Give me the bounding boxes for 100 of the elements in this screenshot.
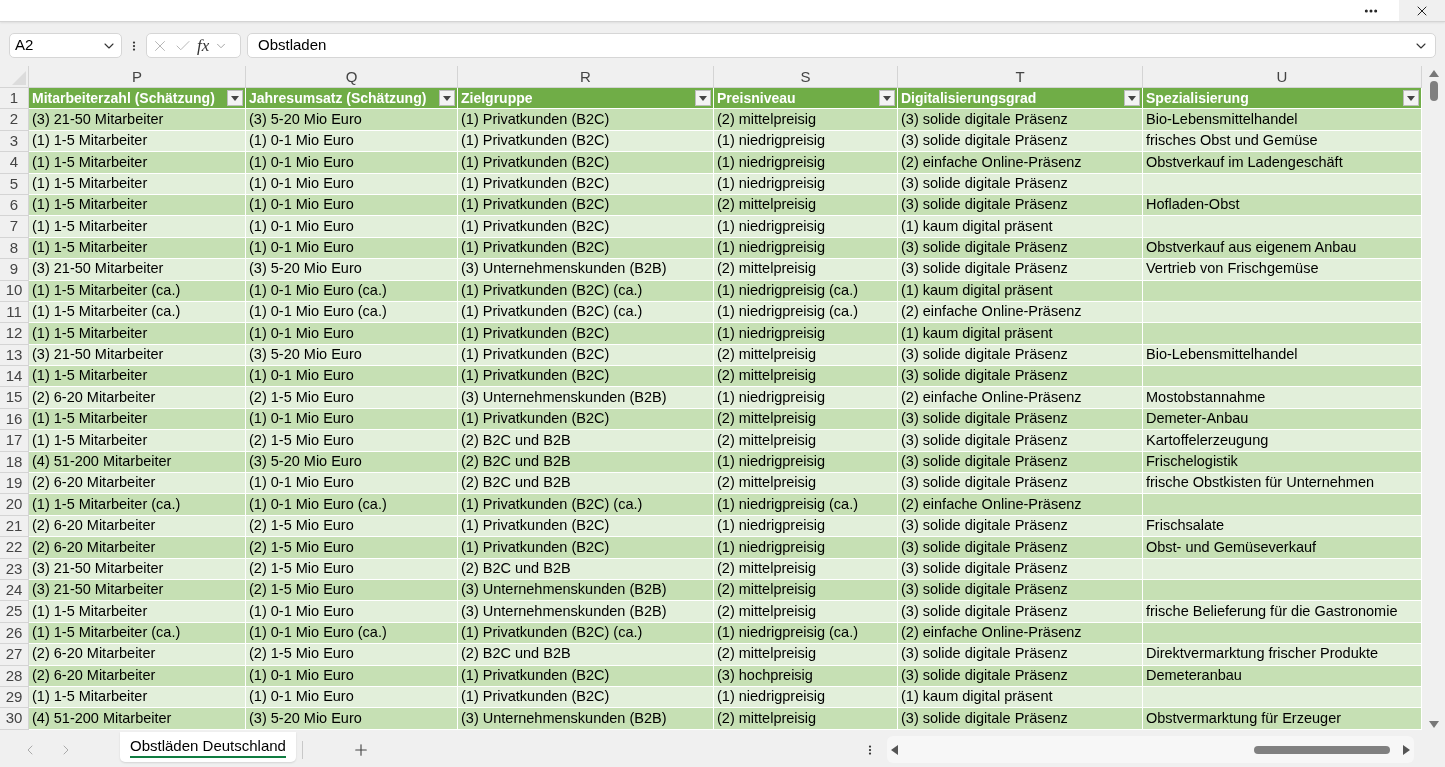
horizontal-scrollbar-thumb[interactable] <box>1253 745 1390 754</box>
filter-dropdown-icon[interactable] <box>695 90 711 107</box>
row-header[interactable]: 25 <box>0 601 29 623</box>
column-header[interactable]: Q <box>246 66 458 88</box>
row-header[interactable]: 29 <box>0 686 29 709</box>
vertical-scrollbar-thumb[interactable] <box>1429 81 1438 101</box>
row-header[interactable]: 6 <box>0 194 29 217</box>
table-cell: (1) Privatkunden (B2C) <box>458 216 714 238</box>
table-cell: (1) 0-1 Mio Euro (ca.) <box>246 280 458 302</box>
horizontal-scrollbar[interactable] <box>886 736 1414 763</box>
table-cell: (2) 1-5 Mio Euro <box>246 387 458 409</box>
table-cell: (1) 0-1 Mio Euro (ca.) <box>246 301 458 324</box>
row-header[interactable]: 20 <box>0 494 29 516</box>
table-cell: (1) niedrigpreisig <box>714 323 898 345</box>
table-cell: (1) 1-5 Mitarbeiter (ca.) <box>29 494 246 516</box>
row-header[interactable]: 17 <box>0 430 29 452</box>
table-cell: (1) niedrigpreisig <box>714 515 898 538</box>
row-header[interactable]: 21 <box>0 515 29 538</box>
table-cell: (3) 21-50 Mitarbeiter <box>29 580 246 602</box>
table-cell: (3) 5-20 Mio Euro <box>246 451 458 474</box>
row-header[interactable]: 24 <box>0 580 29 602</box>
table-cell: (1) 1-5 Mitarbeiter <box>29 173 246 195</box>
row-header[interactable]: 26 <box>0 622 29 645</box>
table-cell: (1) Privatkunden (B2C) <box>458 515 714 538</box>
table-cell: (2) mittelpreisig <box>714 580 898 602</box>
row-header[interactable]: 3 <box>0 130 29 153</box>
scroll-right-icon[interactable] <box>1402 744 1410 755</box>
row-header[interactable]: 18 <box>0 451 29 474</box>
filter-dropdown-icon[interactable] <box>227 90 243 107</box>
table-cell: (2) mittelpreisig <box>714 259 898 281</box>
filter-dropdown-icon[interactable] <box>439 90 455 107</box>
cell-reference: A2 <box>15 35 34 56</box>
table-cell: (2) B2C und B2B <box>458 558 714 580</box>
column-header[interactable]: P <box>29 66 246 88</box>
column-header[interactable]: S <box>714 66 898 88</box>
table-cell: (1) Privatkunden (B2C) <box>458 408 714 431</box>
table-cell: (2) 1-5 Mio Euro <box>246 644 458 666</box>
insert-function-button[interactable]: fx <box>197 32 210 59</box>
table-cell: (3) 5-20 Mio Euro <box>246 708 458 730</box>
table-cell: (3) 5-20 Mio Euro <box>246 344 458 367</box>
scroll-up-icon[interactable] <box>1428 70 1439 77</box>
table-cell: (1) 0-1 Mio Euro <box>246 473 458 495</box>
table-cell: (1) 0-1 Mio Euro <box>246 601 458 623</box>
table-cell: (1) kaum digital präsent <box>898 216 1143 238</box>
row-header[interactable]: 22 <box>0 537 29 559</box>
filter-dropdown-icon[interactable] <box>879 90 895 107</box>
row-header[interactable]: 27 <box>0 644 29 666</box>
row-header[interactable]: 15 <box>0 387 29 409</box>
table-cell: (2) B2C und B2B <box>458 430 714 452</box>
table-cell: (3) solide digitale Präsenz <box>898 473 1143 495</box>
row-header[interactable]: 16 <box>0 408 29 431</box>
table-cell: (1) 1-5 Mitarbeiter <box>29 686 246 709</box>
header-text: Digitalisierungsgrad <box>901 88 1037 108</box>
row-header[interactable]: 8 <box>0 237 29 260</box>
row-header[interactable]: 19 <box>0 473 29 495</box>
table-cell: (2) B2C und B2B <box>458 644 714 666</box>
sheet-tab[interactable]: Obstläden Deutschland <box>120 732 296 762</box>
table-cell: (2) 6-20 Mitarbeiter <box>29 644 246 666</box>
filter-dropdown-icon[interactable] <box>1403 90 1419 107</box>
table-cell: (3) Unternehmenskunden (B2B) <box>458 601 714 623</box>
row-header[interactable]: 4 <box>0 152 29 174</box>
column-header[interactable]: T <box>898 66 1143 88</box>
table-cell: (3) solide digitale Präsenz <box>898 580 1143 602</box>
row-header[interactable]: 7 <box>0 216 29 238</box>
row-header[interactable]: 11 <box>0 301 29 324</box>
row-header[interactable]: 13 <box>0 344 29 367</box>
row-header[interactable]: 14 <box>0 366 29 388</box>
row-header[interactable]: 12 <box>0 323 29 345</box>
table-cell: (2) einfache Online-Präsenz <box>898 494 1143 516</box>
row-header[interactable]: 5 <box>0 173 29 195</box>
table-cell: (1) 0-1 Mio Euro (ca.) <box>246 622 458 645</box>
table-cell: (1) Privatkunden (B2C) (ca.) <box>458 301 714 324</box>
formula-input[interactable]: Obstladen <box>247 33 1436 58</box>
row-header[interactable]: 1 <box>0 88 29 110</box>
column-header[interactable]: U <box>1143 66 1422 88</box>
row-header[interactable]: 2 <box>0 109 29 131</box>
scroll-left-icon[interactable] <box>890 744 898 755</box>
table-cell: (1) Privatkunden (B2C) <box>458 237 714 260</box>
row-header[interactable]: 23 <box>0 558 29 580</box>
table-cell: (1) niedrigpreisig (ca.) <box>714 280 898 302</box>
table-cell: (1) Privatkunden (B2C) (ca.) <box>458 280 714 302</box>
row-header[interactable]: 9 <box>0 259 29 281</box>
row-header[interactable]: 30 <box>0 708 29 730</box>
name-box[interactable]: A2 <box>9 33 122 58</box>
table-cell: (2) B2C und B2B <box>458 451 714 474</box>
table-cell: (3) solide digitale Präsenz <box>898 430 1143 452</box>
table-cell: (2) 1-5 Mio Euro <box>246 580 458 602</box>
table-cell: (3) 5-20 Mio Euro <box>246 259 458 281</box>
scroll-down-icon[interactable] <box>1428 721 1439 728</box>
table-cell: (3) 21-50 Mitarbeiter <box>29 109 246 131</box>
table-cell: (2) mittelpreisig <box>714 366 898 388</box>
table-cell: (2) mittelpreisig <box>714 644 898 666</box>
table-cell: (3) solide digitale Präsenz <box>898 665 1143 687</box>
table-cell: (3) Unternehmenskunden (B2B) <box>458 387 714 409</box>
row-header[interactable]: 10 <box>0 280 29 302</box>
column-header[interactable]: R <box>458 66 714 88</box>
table-cell: (1) Privatkunden (B2C) <box>458 109 714 131</box>
table-cell: (3) 5-20 Mio Euro <box>246 109 458 131</box>
filter-dropdown-icon[interactable] <box>1124 90 1140 107</box>
row-header[interactable]: 28 <box>0 665 29 687</box>
